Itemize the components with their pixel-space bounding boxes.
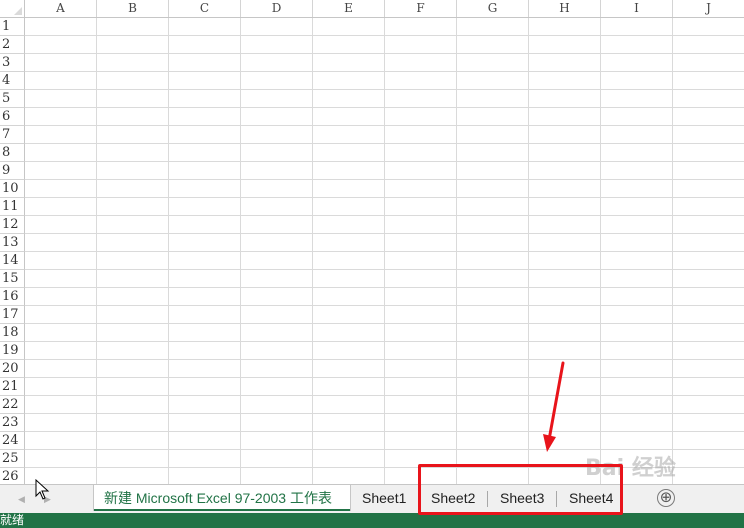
- row-header-19[interactable]: 19: [0, 342, 25, 360]
- sheet-tab-workbook[interactable]: 新建 Microsoft Excel 97-2003 工作表: [94, 485, 350, 511]
- watermark-text: Bai 经验: [585, 456, 676, 481]
- column-header-f[interactable]: F: [385, 0, 457, 17]
- row-header-9[interactable]: 9: [0, 162, 25, 180]
- row-header-16[interactable]: 16: [0, 288, 25, 306]
- row-header-10[interactable]: 10: [0, 180, 25, 198]
- spreadsheet-grid: A B C D E F G H I J 1 2 3 4 5 6 7 8 9 10 11 12 13 14 1…: [0, 0, 744, 485]
- cell-area[interactable]: [25, 18, 744, 485]
- row-header-2[interactable]: 2: [0, 36, 25, 54]
- sheet-tab-sheet3[interactable]: Sheet3: [490, 485, 556, 511]
- mouse-cursor-icon: [35, 479, 50, 500]
- select-all-corner[interactable]: [0, 0, 25, 17]
- row-header-25[interactable]: 25: [0, 450, 25, 468]
- column-header-row: A B C D E F G H I J: [0, 0, 744, 18]
- watermark-logo: Bai 经验: [585, 450, 676, 482]
- column-header-c[interactable]: C: [169, 0, 241, 17]
- row-header-7[interactable]: 7: [0, 126, 25, 144]
- row-header-21[interactable]: 21: [0, 378, 25, 396]
- row-header-15[interactable]: 15: [0, 270, 25, 288]
- row-header-17[interactable]: 17: [0, 306, 25, 324]
- column-header-g[interactable]: G: [457, 0, 529, 17]
- row-header-13[interactable]: 13: [0, 234, 25, 252]
- column-header-b[interactable]: B: [97, 0, 169, 17]
- column-header-d[interactable]: D: [241, 0, 313, 17]
- row-header-1[interactable]: 1: [0, 18, 25, 36]
- column-header-j[interactable]: J: [673, 0, 744, 17]
- annotation-arrow-icon: [543, 361, 565, 452]
- row-header-26[interactable]: 26: [0, 468, 25, 485]
- tab-separator: [418, 491, 419, 507]
- row-header-22[interactable]: 22: [0, 396, 25, 414]
- row-header-18[interactable]: 18: [0, 324, 25, 342]
- add-sheet-icon[interactable]: ⊕: [657, 489, 675, 507]
- tab-separator: [487, 491, 488, 507]
- row-header-8[interactable]: 8: [0, 144, 25, 162]
- column-header-i[interactable]: I: [601, 0, 673, 17]
- row-header-20[interactable]: 20: [0, 360, 25, 378]
- row-header-14[interactable]: 14: [0, 252, 25, 270]
- row-header-5[interactable]: 5: [0, 90, 25, 108]
- row-header-24[interactable]: 24: [0, 432, 25, 450]
- sheet-tab-sheet2[interactable]: Sheet2: [421, 485, 487, 511]
- row-header-12[interactable]: 12: [0, 216, 25, 234]
- scroll-tabs-left-icon[interactable]: ◀: [18, 494, 25, 505]
- row-header-6[interactable]: 6: [0, 108, 25, 126]
- status-text: 就绪: [0, 513, 25, 527]
- sheet-tab-sheet1[interactable]: Sheet1: [352, 485, 418, 511]
- row-header-11[interactable]: 11: [0, 198, 25, 216]
- column-header-a[interactable]: A: [25, 0, 97, 17]
- tab-separator: [556, 491, 557, 507]
- row-header-4[interactable]: 4: [0, 72, 25, 90]
- column-header-h[interactable]: H: [529, 0, 601, 17]
- status-bar: 就绪: [0, 513, 744, 528]
- row-header-23[interactable]: 23: [0, 414, 25, 432]
- sheet-tab-bar: ◀ ▶ 新建 Microsoft Excel 97-2003 工作表 Sheet…: [0, 484, 744, 513]
- row-header-3[interactable]: 3: [0, 54, 25, 72]
- column-header-e[interactable]: E: [313, 0, 385, 17]
- sheet-tab-sheet4[interactable]: Sheet4: [559, 485, 625, 511]
